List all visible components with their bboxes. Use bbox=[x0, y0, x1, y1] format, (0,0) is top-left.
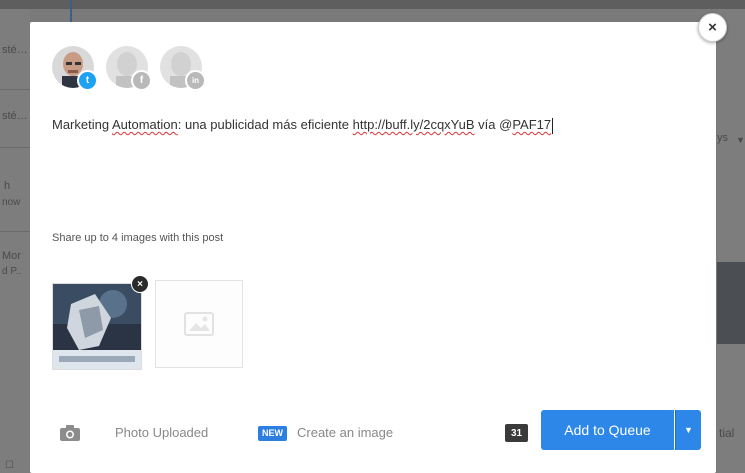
create-image-link[interactable]: Create an image bbox=[297, 425, 393, 440]
bg-fragment-7: ys bbox=[717, 132, 728, 144]
add-image-slot[interactable] bbox=[155, 280, 243, 368]
remove-image-button[interactable]: × bbox=[131, 275, 149, 293]
close-button[interactable]: × bbox=[698, 13, 727, 42]
add-to-queue-button[interactable]: Add to Queue bbox=[541, 410, 674, 450]
image-placeholder-icon bbox=[184, 312, 214, 336]
background-thumbnail bbox=[717, 262, 745, 344]
background-divider bbox=[70, 0, 72, 22]
background-left-column bbox=[0, 9, 30, 473]
text-cursor bbox=[552, 117, 554, 134]
background-header bbox=[0, 0, 745, 9]
close-icon: × bbox=[137, 278, 143, 290]
bg-fragment-3: h bbox=[4, 180, 11, 192]
post-link: http://buff.ly/2cqxYuB bbox=[352, 117, 475, 132]
background-right-column bbox=[717, 9, 745, 473]
bg-fragment-4: now bbox=[2, 197, 21, 208]
bg-fragment-1: sté… bbox=[2, 44, 28, 56]
camera-icon[interactable] bbox=[60, 425, 80, 441]
background-separator bbox=[0, 231, 30, 232]
bg-dropdown-arrow: ▼ bbox=[736, 135, 745, 145]
composer-modal bbox=[30, 22, 716, 473]
post-text-via: vía @ bbox=[474, 117, 513, 132]
post-text-misspelled-word: Automation bbox=[111, 117, 178, 132]
post-textarea[interactable]: Marketing Automation: una publicidad más… bbox=[52, 117, 554, 134]
queue-options-dropdown[interactable]: ▼ bbox=[675, 410, 701, 450]
facebook-icon: f bbox=[131, 70, 152, 91]
twitter-icon: t bbox=[77, 70, 98, 91]
bg-fragment-5: Mor bbox=[2, 250, 21, 262]
new-badge: NEW bbox=[258, 426, 287, 441]
close-icon: × bbox=[708, 19, 717, 36]
bg-fragment-6: d P.. bbox=[2, 266, 22, 277]
photo-uploaded-label: Photo Uploaded bbox=[115, 425, 209, 440]
post-text-prefix: Marketing bbox=[52, 117, 112, 132]
uploaded-image-thumbnail[interactable] bbox=[52, 283, 142, 370]
bg-checkbox: ☐ bbox=[5, 460, 14, 471]
linkedin-icon: in bbox=[185, 70, 206, 91]
background-separator bbox=[0, 89, 30, 90]
post-text-handle: PAF17 bbox=[512, 117, 552, 132]
chevron-down-icon: ▼ bbox=[684, 425, 693, 435]
character-count-badge: 31 bbox=[505, 424, 528, 442]
share-images-label: Share up to 4 images with this post bbox=[52, 232, 224, 244]
post-text-middle: : una publicidad más eficiente bbox=[177, 117, 353, 132]
bg-fragment-8: tial bbox=[719, 426, 735, 440]
background-separator bbox=[0, 147, 30, 148]
bg-fragment-2: sté… bbox=[2, 110, 28, 122]
